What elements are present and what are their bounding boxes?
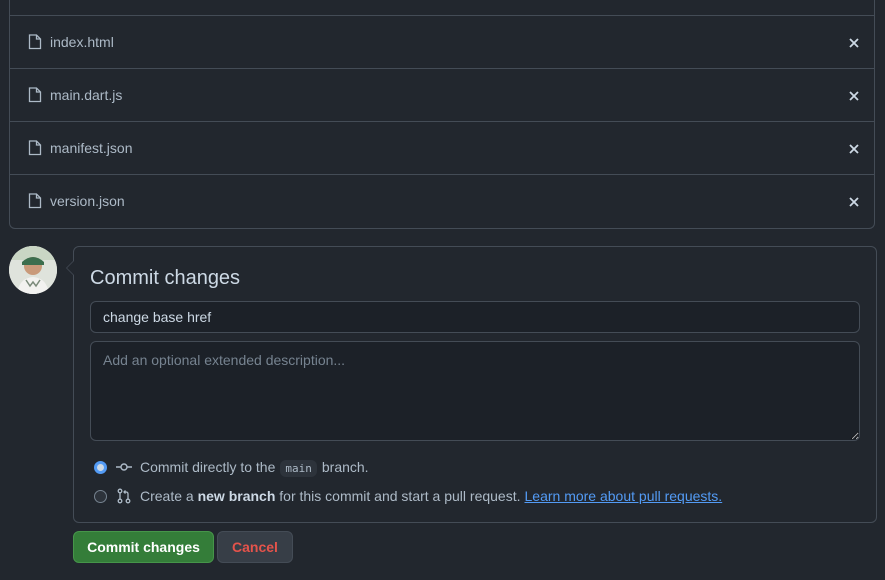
git-pull-request-icon <box>117 488 131 504</box>
commit-form: Commit changes Commit directly to themai… <box>66 246 877 523</box>
commit-title: Commit changes <box>90 267 241 289</box>
file-name: version.json <box>50 193 125 209</box>
x-icon[interactable] <box>847 36 861 50</box>
commit-description-input[interactable] <box>90 341 860 441</box>
file-row: manifest.json <box>10 121 874 174</box>
new-branch-option[interactable]: Create a new branch for this commit and … <box>94 486 722 506</box>
option-new-bold: new branch <box>197 488 276 504</box>
file-row: index.html <box>10 15 874 68</box>
x-icon[interactable] <box>847 142 861 156</box>
file-row: version.json <box>10 174 874 227</box>
radio-commit-direct[interactable] <box>94 460 107 474</box>
commit-direct-option[interactable]: Commit directly to the main branch. <box>94 457 369 477</box>
option-new-suffix: for this commit and start a pull request… <box>279 488 521 504</box>
avatar[interactable] <box>9 246 57 294</box>
file-name: manifest.json <box>50 140 133 156</box>
file-list: index.html main.dart.js manifest.json ve… <box>9 0 875 229</box>
cancel-button[interactable]: Cancel <box>217 531 293 563</box>
avatar-image <box>9 246 57 294</box>
file-icon <box>28 193 42 209</box>
file-name: main.dart.js <box>50 87 123 103</box>
file-icon <box>28 87 42 103</box>
option-direct-prefix: Commit directly to the <box>140 459 276 475</box>
branch-name: main <box>280 460 317 477</box>
radio-new-branch[interactable] <box>94 489 107 503</box>
file-name: index.html <box>50 34 114 50</box>
git-commit-icon <box>116 463 132 471</box>
commit-changes-button[interactable]: Commit changes <box>73 531 214 563</box>
x-icon[interactable] <box>847 89 861 103</box>
learn-more-link[interactable]: Learn more about pull requests. <box>525 488 723 504</box>
x-icon[interactable] <box>847 195 861 209</box>
file-icon <box>28 140 42 156</box>
option-new-prefix: Create a <box>140 488 194 504</box>
commit-summary-input[interactable] <box>90 301 860 333</box>
option-direct-suffix: branch. <box>321 459 369 475</box>
file-icon <box>28 34 42 50</box>
file-row: main.dart.js <box>10 68 874 121</box>
